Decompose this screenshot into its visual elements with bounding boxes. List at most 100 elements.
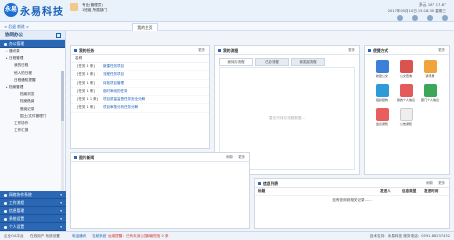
back-forward-link[interactable]: < 后退 前进 > (4, 23, 29, 30)
col-time: 发送时间 (424, 189, 439, 193)
task-row[interactable]: [任务 1 1 条] 项目质量监督任务安全分解 (71, 96, 209, 105)
sidebar-group-label: 网络协作系统 (9, 192, 32, 197)
sidebar-item[interactable]: 他人的日程 (0, 70, 65, 77)
chevron-down-icon: ▾ (60, 217, 62, 221)
sidebar-collapse-icon[interactable] (56, 33, 61, 38)
settings-icon[interactable] (427, 15, 433, 21)
status-footer: 企业OA平台 在线用户 系统设置 电话通讯 当前系统 运维提醒：已有未读公告 0… (0, 231, 454, 240)
sidebar-scrollbar[interactable] (61, 71, 64, 191)
sidebar-item-label: 日程管理 (9, 56, 24, 61)
tab-done-flow[interactable]: 已办流程 (255, 58, 289, 66)
scrollbar-thumb[interactable] (61, 71, 64, 121)
home-icon[interactable] (397, 15, 403, 21)
brand-name: 永易科技 (20, 7, 64, 18)
footer-alert[interactable]: 运维提醒：已有未读公告 0 (108, 232, 151, 240)
sidebar-item[interactable]: 我的日程 (0, 62, 65, 69)
task-link[interactable]: 新建任务项目 (103, 64, 124, 68)
chevron-down-icon: ▾ (60, 225, 62, 229)
task-row[interactable]: [任务 1 条] 临时审阅的任务 (71, 88, 209, 97)
sidebar-item[interactable]: ▸档案管理 (0, 84, 65, 91)
refresh-icon[interactable] (412, 15, 418, 21)
chevron-down-icon: ▾ (60, 193, 62, 197)
task-link[interactable]: 临时审阅的任务 (103, 89, 128, 93)
task-row[interactable]: [任务 1 条] 待批项目管理 (71, 80, 209, 88)
task-row[interactable]: [任务 1 条] 新建任务项目 (71, 63, 209, 72)
sidebar-group[interactable]: 信息管理 ▾ (0, 207, 66, 215)
user-avatar[interactable] (70, 3, 78, 11)
doc-new-icon (375, 60, 389, 73)
panel-title-text: 我的任务 (79, 48, 95, 53)
panel-title-text: 便捷方式 (373, 48, 389, 53)
refresh-link[interactable]: 刷新 (426, 179, 433, 188)
power-icon[interactable] (442, 15, 448, 21)
flow-empty-message: 暂无可待办流程数据... (269, 116, 305, 120)
user-info: 专业(管理员) 1班组 所属部门 (82, 3, 107, 13)
task-row[interactable]: [任务 1 条] 流程任务项目 (71, 71, 209, 80)
main-content: 我的任务 更多 名称 [任务 1 条] 新建任务项目 [任务 1 条] 流程任务项目… (66, 31, 454, 231)
sidebar-item[interactable]: 工作汇报 (0, 127, 65, 134)
task-link[interactable]: 待批项目管理 (103, 81, 124, 85)
footer-phone-link[interactable]: 电话通讯 (72, 232, 86, 240)
sidebar-group[interactable]: 系统设置 ▾ (0, 215, 66, 223)
panel-title-text: 信息列表 (263, 181, 279, 186)
tasks-panel-title: 我的任务 更多 (71, 46, 209, 55)
message-panel: 信息列表 刷新 更多 标题 发送人 信息类型 发送时间 没有查询到相关记录…… (254, 178, 450, 229)
sidebar-item[interactable]: 国土/文件管理门 (0, 113, 65, 120)
sidebar-item-label: 通讯录 (9, 49, 20, 53)
sidebar-item[interactable]: •通讯录 (0, 48, 65, 55)
sidebar-group[interactable]: 网络协作系统 ▾ (0, 191, 66, 199)
tab-started-flow[interactable]: 我发起流程 (291, 58, 325, 66)
task-row[interactable]: [任务 1 条] 项目审核分析任务分解 (71, 104, 209, 113)
shortcut-meeting[interactable]: 会议通知 (373, 108, 391, 126)
top-header: 永易 永易科技 专业(管理员) 1班组 所属部门 多云 18° 17.8° 20… (0, 0, 454, 22)
shortcut-address-book[interactable]: 通讯录 (421, 60, 439, 78)
sidebar-item[interactable]: 工作协作 (0, 120, 65, 127)
sidebar-group-label: 办公管理 (9, 41, 25, 46)
shortcut-notice[interactable]: 公告通知 (397, 108, 415, 126)
footer-system-label: 当前系统 (92, 234, 107, 238)
shortcut-department[interactable]: 部门个人信息 (421, 84, 439, 102)
header-toolbar (397, 15, 448, 21)
footer-support: 技术支持：永易科技 服务电话：0591-88237432 (369, 234, 450, 238)
more-link[interactable]: 更多 (438, 46, 445, 55)
task-link[interactable]: 流程任务项目 (103, 72, 124, 76)
tab-home[interactable]: 我的主页 (132, 23, 158, 31)
shortcut-new-doc[interactable]: 新建公文 (373, 60, 391, 78)
sidebar-bottom-groups: 网络协作系统 ▾ 工作流程 ▾ 信息管理 ▾ 系统设置 ▾ 个人设置 ▾ (0, 191, 66, 231)
shortcut-org-chart[interactable]: 组织结构 (373, 84, 391, 102)
tab-pending-flow[interactable]: 我待办流程 (219, 58, 253, 66)
sidebar-item[interactable]: 档案借阅 (0, 98, 65, 105)
message-panel-title: 信息列表 刷新 更多 (255, 179, 449, 188)
more-link[interactable]: 更多 (348, 46, 355, 55)
sidebar-item[interactable]: 借阅记录 (0, 106, 65, 113)
message-table-header: 标题 发送人 信息类型 发送时间 (255, 188, 449, 196)
sidebar-item[interactable]: 档案浏览 (0, 91, 65, 98)
more-link[interactable]: 更多 (238, 153, 245, 162)
shortcut-profile[interactable]: 我的个人信息 (397, 84, 415, 102)
doc-search-icon (399, 60, 413, 73)
more-link[interactable]: 更多 (198, 46, 205, 55)
col-title: 标题 (258, 189, 266, 193)
sidebar-item-label: 档案浏览 (20, 92, 35, 97)
footer-online-users[interactable]: 在线用户 系统设置 (30, 232, 60, 240)
sidebar-group[interactable]: 个人设置 ▾ (0, 223, 66, 231)
sidebar-group-label: 系统设置 (9, 216, 25, 221)
profile-icon (399, 84, 413, 97)
sidebar-item[interactable]: 日程通知提醒 (0, 77, 65, 84)
task-link[interactable]: 项目质量监督任务安全分解 (103, 97, 145, 101)
chevron-down-icon: ▾ (60, 201, 62, 205)
sidebar-item[interactable]: ▸日程管理 (0, 55, 65, 62)
department-icon (423, 84, 437, 97)
shortcut-doc-search[interactable]: 公文查询 (397, 60, 415, 78)
weather-info: 多云 18° 17.8° (418, 2, 446, 7)
org-chart-icon (375, 84, 389, 97)
task-link[interactable]: 项目审核分析任务分解 (103, 105, 138, 109)
message-empty-message: 没有查询到相关记录…… (332, 198, 372, 202)
refresh-link[interactable]: 刷新 (226, 153, 233, 162)
panel-title-text: 图片新闻 (79, 155, 95, 160)
more-link[interactable]: 更多 (438, 179, 445, 188)
sidebar-item-label: 工作汇报 (14, 128, 29, 133)
footer-sms-count[interactable]: 未读短信 0 条 (146, 232, 169, 240)
sidebar-group-office[interactable]: 办公管理 (0, 40, 65, 48)
sidebar-group[interactable]: 工作流程 ▾ (0, 199, 66, 207)
